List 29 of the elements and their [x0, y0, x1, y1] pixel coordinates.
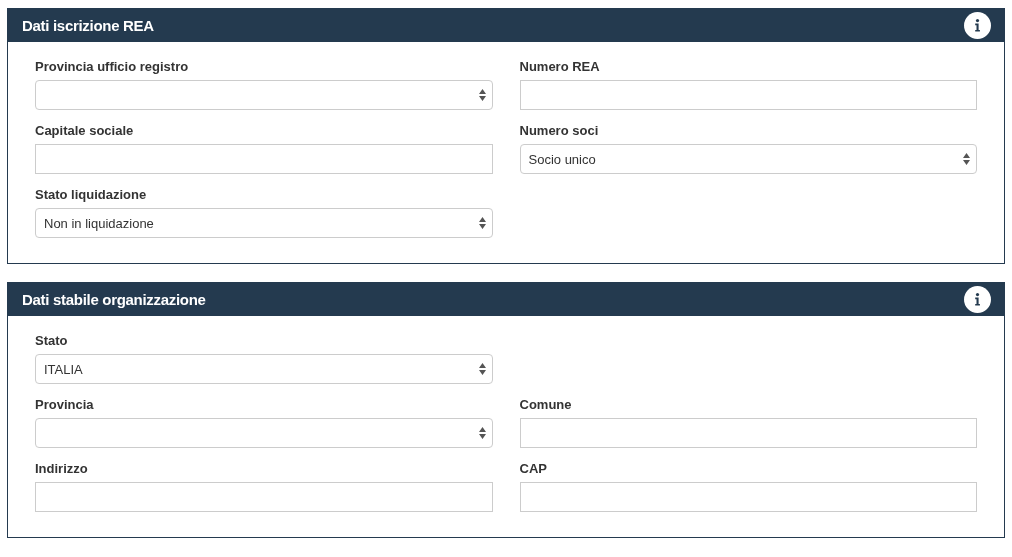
- select-arrows-icon: [478, 363, 486, 375]
- input-field[interactable]: [35, 144, 493, 174]
- info-icon[interactable]: [964, 286, 991, 313]
- field-label: Comune: [519, 396, 573, 414]
- select-arrows-icon: [478, 427, 486, 439]
- field-label: Indirizzo: [35, 460, 89, 478]
- select-field[interactable]: [35, 418, 493, 448]
- input-field[interactable]: [519, 80, 977, 110]
- field-label: Provincia ufficio registro: [35, 58, 190, 76]
- select-field[interactable]: [35, 80, 493, 110]
- field-label: CAP: [519, 460, 548, 478]
- select-field[interactable]: ITALIA: [35, 354, 493, 384]
- field-label: Stato liquidazione: [35, 186, 148, 204]
- select-field[interactable]: Non in liquidazione: [35, 208, 493, 238]
- field-label: Provincia: [35, 396, 95, 414]
- field-label: Numero soci: [519, 122, 600, 140]
- panel-title: Dati stabile organizzazione: [22, 291, 206, 308]
- panel-title: Dati iscrizione REA: [22, 17, 154, 34]
- field-label: Stato: [35, 332, 69, 350]
- input-field[interactable]: [519, 418, 977, 448]
- select-arrows-icon: [963, 153, 970, 165]
- info-icon[interactable]: [964, 12, 991, 39]
- field-label: Capitale sociale: [35, 122, 135, 140]
- select-field[interactable]: Socio unico: [519, 144, 977, 174]
- field-label: Numero REA: [519, 58, 601, 76]
- input-field[interactable]: [35, 482, 493, 512]
- select-arrows-icon: [478, 217, 486, 229]
- select-arrows-icon: [478, 89, 486, 101]
- input-field[interactable]: [519, 482, 977, 512]
